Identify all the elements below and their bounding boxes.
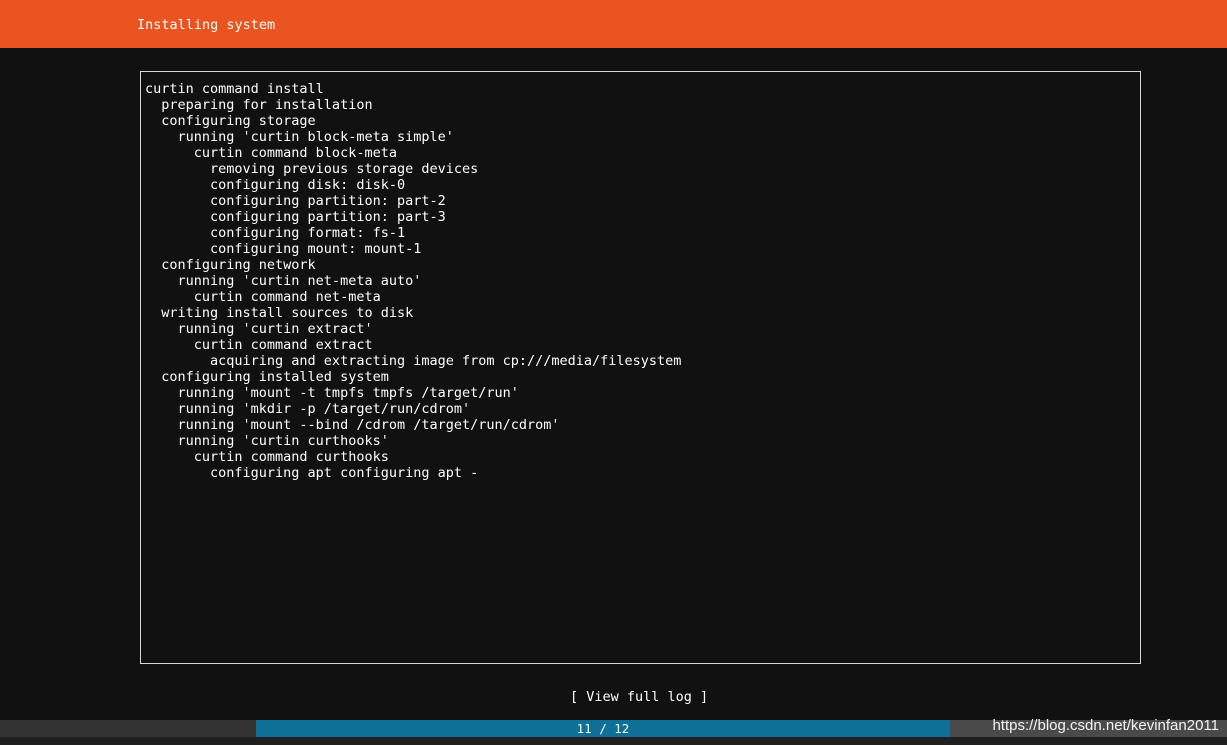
progress-label: 11 / 12: [576, 721, 630, 736]
log-line: curtin command extract: [145, 337, 373, 353]
log-line: curtin command net-meta: [145, 289, 381, 305]
log-line: curtin command install: [145, 81, 324, 97]
log-line: configuring network: [145, 257, 316, 273]
log-line: running 'curtin curthooks': [145, 433, 389, 449]
log-line: configuring format: fs-1: [145, 225, 406, 241]
log-line: configuring apt configuring apt -: [145, 465, 479, 481]
log-line: running 'curtin extract': [145, 321, 373, 337]
log-line: configuring partition: part-2: [145, 193, 446, 209]
log-line: configuring mount: mount-1: [145, 241, 422, 257]
log-line: removing previous storage devices: [145, 161, 479, 177]
watermark-text: https://blog.csdn.net/kevinfan2011: [992, 717, 1219, 734]
log-line: running 'mount --bind /cdrom /target/run…: [145, 417, 560, 433]
log-line: configuring storage: [145, 113, 316, 129]
log-line: running 'mkdir -p /target/run/cdrom': [145, 401, 471, 417]
log-line: configuring disk: disk-0: [145, 177, 406, 193]
log-line: curtin command curthooks: [145, 449, 389, 465]
install-log-lines: curtin command install preparing for ins…: [145, 81, 681, 481]
install-log-panel[interactable]: curtin command install preparing for ins…: [140, 71, 1141, 664]
log-line: curtin command block-meta: [145, 145, 397, 161]
log-line: configuring installed system: [145, 369, 389, 385]
footer-left-segment: [0, 720, 256, 737]
log-line: configuring partition: part-3: [145, 209, 446, 225]
log-line: running 'mount -t tmpfs tmpfs /target/ru…: [145, 385, 519, 401]
log-line: preparing for installation: [145, 97, 373, 113]
page-title: Installing system: [137, 17, 276, 33]
header-bar: Installing system: [0, 0, 1227, 48]
log-line: running 'curtin net-meta auto': [145, 273, 422, 289]
view-full-log-button[interactable]: [ View full log ]: [570, 688, 708, 706]
log-line: writing install sources to disk: [145, 305, 414, 321]
log-line: running 'curtin block-meta simple': [145, 129, 454, 145]
log-line: acquiring and extracting image from cp:/…: [145, 353, 682, 369]
